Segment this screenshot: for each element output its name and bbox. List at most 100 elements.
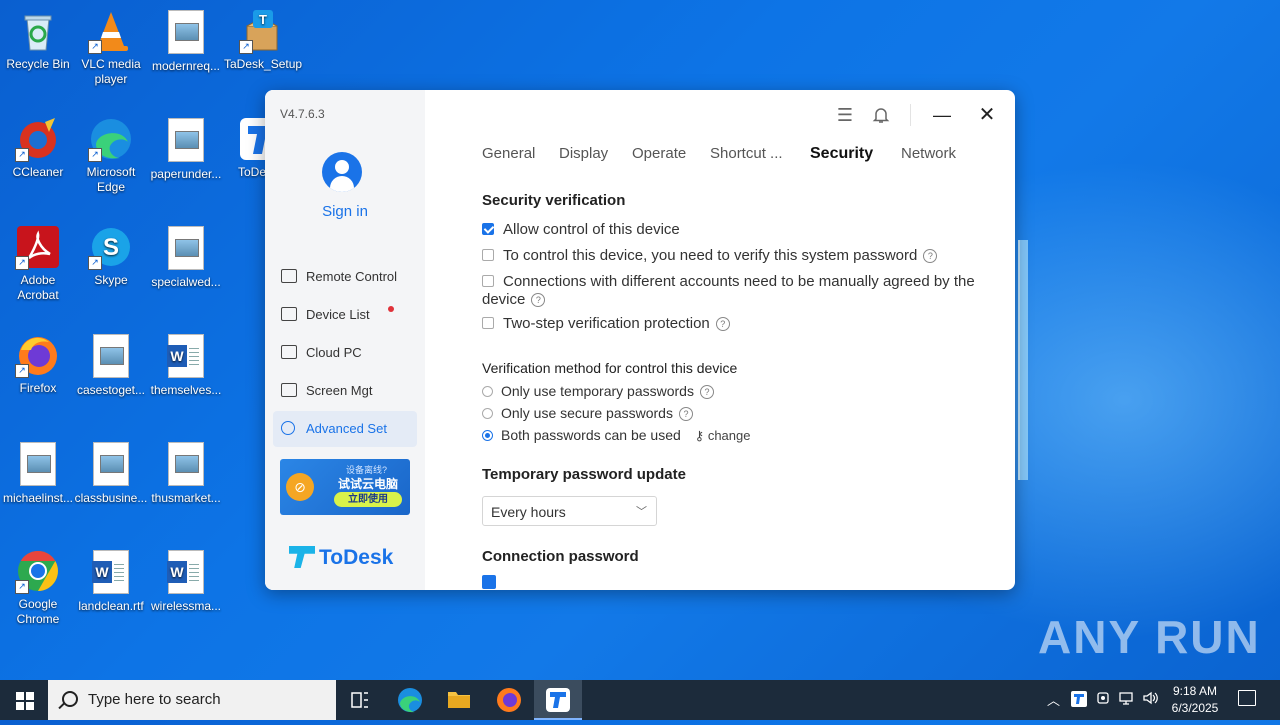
desktop-icon-tadesk-setup[interactable]: T ↗ TaDesk_Setup xyxy=(224,8,302,72)
taskbar-search-box[interactable]: Type here to search xyxy=(48,680,336,720)
checkbox[interactable] xyxy=(482,317,494,329)
tab-shortcut[interactable]: Shortcut ... xyxy=(710,145,783,162)
radio-button-selected[interactable] xyxy=(482,430,493,441)
chevron-up-icon[interactable]: ︿ xyxy=(1047,690,1060,709)
menu-icon[interactable]: ☰ xyxy=(834,104,856,126)
sidebar-item-remote-control[interactable]: Remote Control xyxy=(273,259,417,295)
meet-now-icon[interactable] xyxy=(1096,690,1112,709)
desktop-icon-label: Google Chrome xyxy=(16,597,60,626)
desktop-icon-skype[interactable]: S ↗ Skype xyxy=(73,224,149,288)
help-icon[interactable]: ? xyxy=(678,407,693,421)
settings-panel: ☰ — ✕ General Display Operate Shortcut .… xyxy=(425,90,1015,590)
temporary-password-update-title: Temporary password update xyxy=(482,466,686,483)
verification-method-title: Verification method for control this dev… xyxy=(482,360,738,376)
radio-button[interactable] xyxy=(482,408,493,419)
tab-security[interactable]: Security xyxy=(810,145,873,163)
radio-label: Only use secure passwords xyxy=(501,405,673,421)
sidebar-item-screen-mgt[interactable]: Screen Mgt xyxy=(273,373,417,409)
update-frequency-select[interactable]: Every hours ﹀ xyxy=(482,496,657,526)
file-explorer-taskbar-icon[interactable] xyxy=(435,680,483,720)
cloud-pc-icon xyxy=(281,345,297,359)
task-view-button[interactable] xyxy=(336,680,384,720)
todesk-window: V4.7.6.3 Sign in Remote Control Device L… xyxy=(265,90,1015,590)
tab-operate[interactable]: Operate xyxy=(632,145,686,162)
desktop-icon-label: modernreq... xyxy=(151,59,221,73)
manual-agree-checkbox[interactable]: Connections with different accounts need… xyxy=(482,273,1002,309)
desktop-icon-chrome[interactable]: ↗ Google Chrome xyxy=(0,548,76,627)
desktop-icon-casestoget[interactable]: casestoget... xyxy=(73,332,149,398)
verify-system-password-checkbox[interactable]: To control this device, you need to veri… xyxy=(482,247,1002,265)
desktop-icon-recycle-bin[interactable]: Recycle Bin xyxy=(0,8,76,72)
sidebar-item-cloud-pc[interactable]: Cloud PC xyxy=(273,335,417,371)
desktop-icon-classbusine[interactable]: classbusine... xyxy=(73,440,149,506)
bell-icon[interactable] xyxy=(870,104,892,126)
radio-temporary-passwords[interactable]: Only use temporary passwords? xyxy=(482,383,714,399)
help-icon[interactable]: ? xyxy=(923,249,938,263)
todesk-tray-icon[interactable] xyxy=(1071,691,1087,710)
todesk-taskbar-icon[interactable] xyxy=(534,680,582,720)
two-step-verification-checkbox[interactable]: Two-step verification protection? xyxy=(482,315,1002,333)
desktop-icon-thusmarket[interactable]: thusmarket... xyxy=(148,440,224,506)
sidebar-item-advanced-set[interactable]: Advanced Set xyxy=(273,411,417,447)
checkbox[interactable] xyxy=(482,275,494,287)
image-file-icon xyxy=(88,442,134,488)
desktop-icon-wirelessma[interactable]: W wirelessma... xyxy=(148,548,224,614)
desktop-icon-modernreq[interactable]: modernreq... xyxy=(148,8,224,74)
help-icon[interactable]: ? xyxy=(715,317,730,331)
select-value: Every hours xyxy=(491,504,566,520)
sign-in-link[interactable]: Sign in xyxy=(265,203,425,220)
network-icon[interactable] xyxy=(1119,690,1135,709)
checkbox-checked[interactable] xyxy=(482,223,494,235)
promo-use-now-button[interactable]: 立即使用 xyxy=(334,492,402,507)
help-icon[interactable]: ? xyxy=(699,385,714,399)
image-file-icon xyxy=(163,10,209,56)
checkbox-label: Allow control of this device xyxy=(503,221,680,238)
clock-time: 9:18 AM xyxy=(1172,684,1218,698)
tab-display[interactable]: Display xyxy=(559,145,608,162)
volume-icon[interactable] xyxy=(1142,690,1158,709)
desktop-icon-edge[interactable]: ↗ Microsoft Edge xyxy=(73,116,149,195)
edge-taskbar-icon[interactable] xyxy=(386,680,434,720)
start-button[interactable] xyxy=(0,680,48,720)
sidebar-item-label: Device List xyxy=(306,307,370,322)
change-password-link[interactable]: ⚷ change xyxy=(695,428,751,443)
anyrun-watermark: ANY RUN xyxy=(1038,611,1261,663)
version-label: V4.7.6.3 xyxy=(280,107,325,121)
svg-text:S: S xyxy=(103,234,119,261)
cloud-pc-promo-banner[interactable]: ⊘ 设备离线? 试试云电脑 立即使用 xyxy=(280,459,410,515)
avatar[interactable] xyxy=(322,152,362,192)
checkbox[interactable] xyxy=(482,249,494,261)
offline-icon: ⊘ xyxy=(286,473,314,501)
close-icon[interactable]: ✕ xyxy=(976,104,998,126)
desktop-icon-paperunder[interactable]: paperunder... xyxy=(148,116,224,182)
radio-label: Both passwords can be used xyxy=(501,427,681,443)
taskbar-clock[interactable]: 9:18 AM 6/3/2025 xyxy=(1162,683,1228,717)
desktop-icon-label: paperunder... xyxy=(150,167,222,181)
notification-center-icon[interactable] xyxy=(1238,690,1256,706)
desktop-icon-michaelinst[interactable]: michaelinst... xyxy=(0,440,76,506)
skype-icon: S ↗ xyxy=(88,224,134,270)
help-icon[interactable]: ? xyxy=(531,293,546,307)
checkbox-checked[interactable] xyxy=(482,575,496,589)
tab-general[interactable]: General xyxy=(482,145,535,162)
desktop-icon-ccleaner[interactable]: ↗ CCleaner xyxy=(0,116,76,180)
allow-control-checkbox[interactable]: Allow control of this device xyxy=(482,221,1002,239)
sidebar-item-label: Cloud PC xyxy=(306,345,362,360)
radio-both-passwords[interactable]: Both passwords can be used ⚷ change xyxy=(482,427,750,444)
installer-box-icon: T ↗ xyxy=(239,8,285,54)
desktop-icon-acrobat[interactable]: ↗ Adobe Acrobat xyxy=(0,224,76,303)
desktop-icon-firefox[interactable]: ↗ Firefox xyxy=(0,332,76,396)
sidebar-item-device-list[interactable]: Device List xyxy=(273,297,417,333)
tab-network[interactable]: Network xyxy=(901,145,956,162)
radio-button[interactable] xyxy=(482,386,493,397)
minimize-icon[interactable]: — xyxy=(931,104,953,126)
desktop-icon-vlc[interactable]: ↗ VLC media player xyxy=(73,8,149,87)
sidebar-item-label: Remote Control xyxy=(306,269,398,284)
image-file-icon xyxy=(163,442,209,488)
desktop-icon-landclean[interactable]: W landclean.rtf xyxy=(73,548,149,614)
firefox-taskbar-icon[interactable] xyxy=(485,680,533,720)
desktop-icon-themselves[interactable]: W themselves... xyxy=(148,332,224,398)
radio-secure-passwords[interactable]: Only use secure passwords? xyxy=(482,405,693,421)
windows-logo-icon xyxy=(16,692,24,700)
desktop-icon-specialwed[interactable]: specialwed... xyxy=(148,224,224,290)
